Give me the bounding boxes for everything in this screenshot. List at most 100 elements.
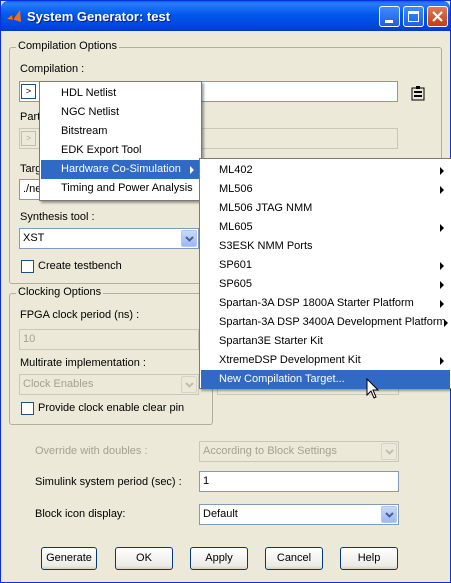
compilation-menu: HDL Netlist NGC Netlist Bitstream EDK Ex… bbox=[39, 81, 202, 201]
synthesis-tool-dropdown-button[interactable] bbox=[181, 230, 197, 247]
menu-item-label: ML605 bbox=[219, 221, 253, 233]
clocking-options-legend: Clocking Options bbox=[16, 286, 104, 298]
synthesis-tool-label: Synthesis tool : bbox=[20, 211, 95, 223]
menu-item-label: Hardware Co-Simulation bbox=[61, 163, 181, 175]
menu-item-label: EDK Export Tool bbox=[61, 144, 142, 156]
close-button[interactable] bbox=[427, 6, 448, 27]
override-doubles-label: Override with doubles : bbox=[35, 445, 148, 457]
sim-period-value: 1 bbox=[203, 475, 210, 487]
menu-item-hardware-co-simulation[interactable]: Hardware Co-Simulation bbox=[41, 160, 200, 179]
menu-item-label: Bitstream bbox=[61, 125, 108, 137]
submenu-item-spartan-3a-dsp-3400a[interactable]: Spartan-3A DSP 3400A Development Platfor… bbox=[201, 313, 450, 332]
chevron-down-icon bbox=[185, 236, 194, 242]
submenu-arrow-icon bbox=[440, 186, 444, 194]
cancel-button[interactable]: Cancel bbox=[265, 547, 323, 570]
submenu-item-spartan3e-starter-kit[interactable]: Spartan3E Starter Kit bbox=[201, 332, 450, 351]
sim-period-label: Simulink system period (sec) : bbox=[35, 476, 182, 488]
fpga-clock-period-field: 10 bbox=[19, 329, 199, 350]
close-icon bbox=[432, 11, 443, 22]
override-doubles-dropdown-button bbox=[381, 443, 397, 460]
menu-item-label: ML506 JTAG NMM bbox=[219, 202, 313, 214]
submenu-item-ml506-jtag-nmm[interactable]: ML506 JTAG NMM bbox=[201, 199, 450, 218]
submenu-arrow-icon bbox=[440, 224, 444, 232]
compilation-label: Compilation : bbox=[20, 63, 85, 75]
hardware-cosim-submenu: ML402 ML506 ML506 JTAG NMM ML605 S3ESK N… bbox=[199, 158, 451, 389]
submenu-item-ml506[interactable]: ML506 bbox=[201, 180, 450, 199]
menu-item-label: Timing and Power Analysis bbox=[61, 182, 193, 194]
minimize-icon bbox=[385, 20, 393, 23]
part-browse-button: > bbox=[21, 131, 36, 146]
help-button[interactable]: Help bbox=[340, 547, 398, 570]
synthesis-tool-select[interactable]: XST bbox=[19, 228, 199, 249]
title-bar[interactable]: System Generator: test bbox=[1, 1, 450, 31]
override-doubles-value: According to Block Settings bbox=[203, 445, 337, 457]
block-icon-display-value: Default bbox=[203, 508, 238, 520]
menu-item-hdl-netlist[interactable]: HDL Netlist bbox=[41, 84, 200, 103]
menu-item-label: ML402 bbox=[219, 164, 253, 176]
menu-item-timing-power-analysis[interactable]: Timing and Power Analysis bbox=[41, 179, 200, 198]
menu-item-edk-export-tool[interactable]: EDK Export Tool bbox=[41, 141, 200, 160]
block-icon-display-label: Block icon display: bbox=[35, 508, 126, 520]
chevron-down-icon bbox=[185, 382, 194, 388]
matlab-logo-icon bbox=[7, 10, 21, 22]
fpga-clock-period-value: 10 bbox=[23, 333, 36, 345]
maximize-button[interactable] bbox=[403, 6, 424, 27]
block-icon-display-select[interactable]: Default bbox=[199, 504, 399, 525]
sim-period-field[interactable]: 1 bbox=[199, 471, 399, 492]
system-generator-window: System Generator: test Compilation Optio… bbox=[0, 0, 451, 583]
menu-item-bitstream[interactable]: Bitstream bbox=[41, 122, 200, 141]
menu-item-label: XtremeDSP Development Kit bbox=[219, 354, 361, 366]
multirate-value: Clock Enables bbox=[23, 378, 94, 390]
menu-item-label: SP605 bbox=[219, 278, 253, 290]
submenu-arrow-icon bbox=[440, 357, 444, 365]
generate-button[interactable]: Generate bbox=[41, 547, 97, 570]
chevron-down-icon bbox=[385, 449, 394, 455]
override-doubles-select: According to Block Settings bbox=[199, 441, 399, 462]
submenu-arrow-icon bbox=[440, 281, 444, 289]
mouse-cursor-icon bbox=[366, 378, 380, 399]
settings-icon[interactable] bbox=[410, 86, 426, 102]
menu-item-label: Spartan3E Starter Kit bbox=[219, 335, 323, 347]
apply-button[interactable]: Apply bbox=[190, 547, 248, 570]
menu-item-label: New Compilation Target... bbox=[219, 373, 345, 385]
multirate-dropdown-button bbox=[181, 376, 197, 393]
maximize-icon bbox=[408, 11, 419, 22]
menu-item-label: Spartan-3A DSP 1800A Starter Platform bbox=[219, 297, 414, 309]
submenu-item-ml605[interactable]: ML605 bbox=[201, 218, 450, 237]
fpga-clock-period-label: FPGA clock period (ns) : bbox=[20, 309, 140, 321]
submenu-item-spartan-3a-dsp-1800a[interactable]: Spartan-3A DSP 1800A Starter Platform bbox=[201, 294, 450, 313]
create-testbench-label: Create testbench bbox=[38, 260, 122, 272]
clock-enable-clear-pin-label: Provide clock enable clear pin bbox=[38, 402, 185, 414]
submenu-item-ml402[interactable]: ML402 bbox=[201, 161, 450, 180]
window-title: System Generator: test bbox=[27, 9, 171, 24]
create-testbench-checkbox[interactable] bbox=[21, 260, 34, 273]
menu-item-label: NGC Netlist bbox=[61, 106, 120, 118]
clock-enable-clear-pin-checkbox[interactable] bbox=[21, 402, 34, 415]
submenu-item-sp601[interactable]: SP601 bbox=[201, 256, 450, 275]
menu-item-label: Spartan-3A DSP 3400A Development Platfor… bbox=[219, 316, 446, 328]
submenu-item-s3esk-nmm-ports[interactable]: S3ESK NMM Ports bbox=[201, 237, 450, 256]
ok-button[interactable]: OK bbox=[115, 547, 173, 570]
submenu-arrow-icon bbox=[440, 262, 444, 270]
menu-item-label: HDL Netlist bbox=[61, 87, 117, 99]
submenu-item-xtremedsp-dev-kit[interactable]: XtremeDSP Development Kit bbox=[201, 351, 450, 370]
multirate-select: Clock Enables bbox=[19, 374, 199, 395]
chevron-down-icon bbox=[385, 512, 394, 518]
submenu-item-new-compilation-target[interactable]: New Compilation Target... bbox=[201, 370, 450, 389]
submenu-arrow-icon bbox=[440, 167, 444, 175]
minimize-button[interactable] bbox=[379, 6, 400, 27]
submenu-item-sp605[interactable]: SP605 bbox=[201, 275, 450, 294]
submenu-arrow-icon bbox=[440, 300, 444, 308]
menu-item-label: S3ESK NMM Ports bbox=[219, 240, 313, 252]
multirate-label: Multirate implementation : bbox=[20, 357, 146, 369]
menu-item-label: ML506 bbox=[219, 183, 253, 195]
compilation-options-legend: Compilation Options bbox=[16, 40, 120, 52]
submenu-arrow-icon bbox=[444, 319, 448, 327]
menu-item-ngc-netlist[interactable]: NGC Netlist bbox=[41, 103, 200, 122]
submenu-arrow-icon bbox=[190, 166, 194, 174]
synthesis-tool-value: XST bbox=[23, 232, 45, 244]
menu-item-label: SP601 bbox=[219, 259, 253, 271]
block-icon-dropdown-button[interactable] bbox=[381, 506, 397, 523]
part-label: Part bbox=[20, 111, 41, 123]
compilation-browse-button[interactable]: > bbox=[21, 84, 36, 99]
